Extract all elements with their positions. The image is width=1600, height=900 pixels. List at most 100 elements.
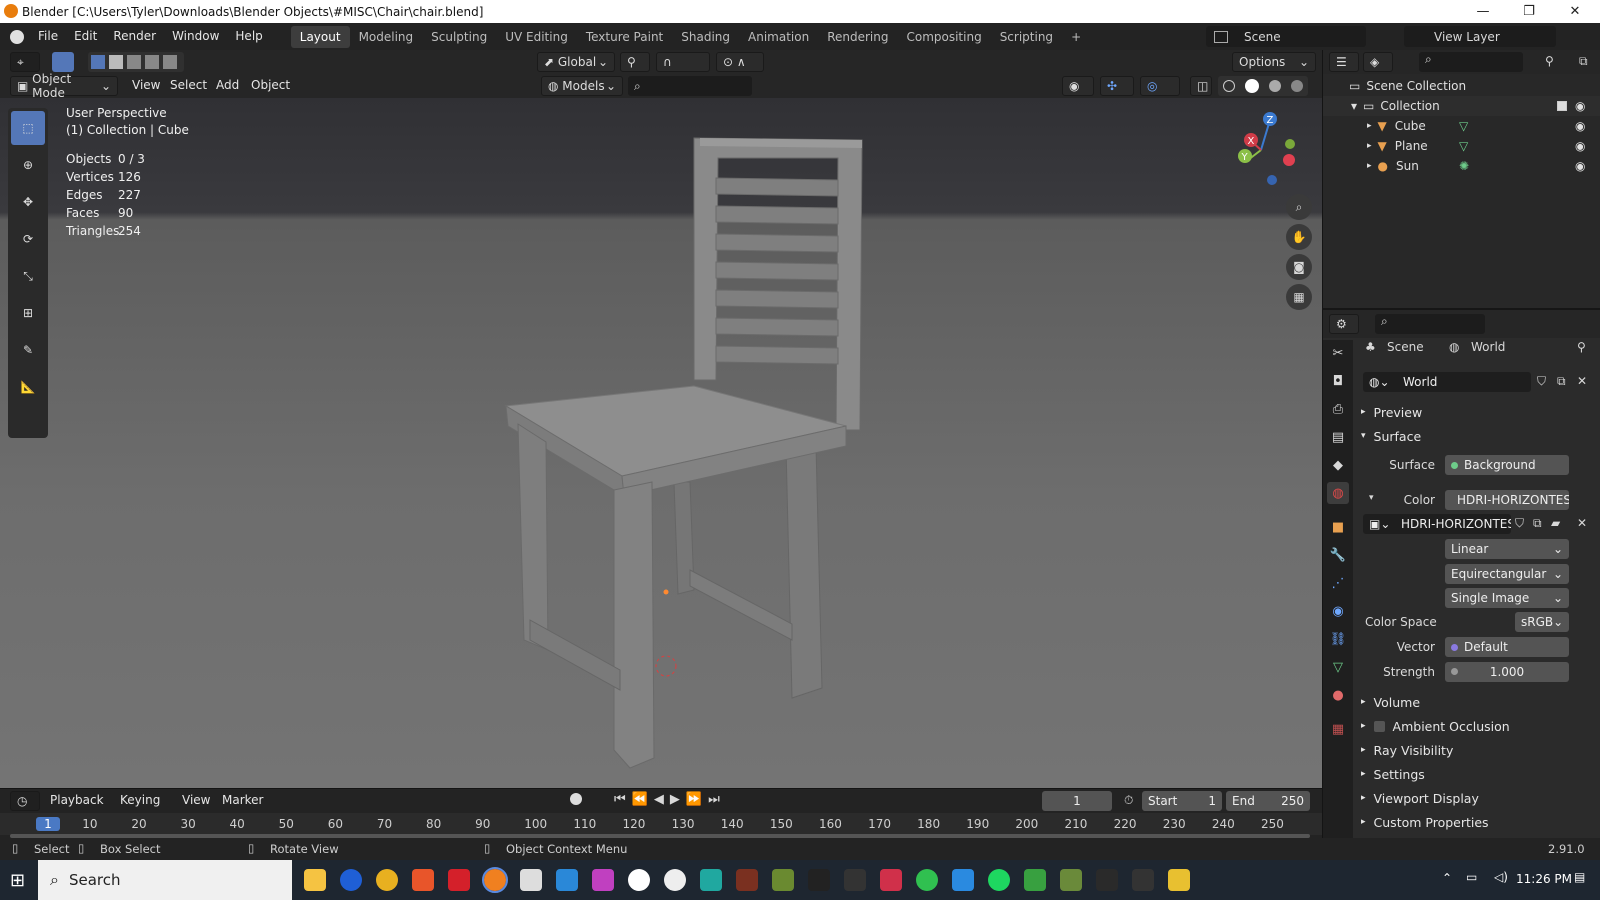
app-icon-photo[interactable] <box>556 869 578 891</box>
view-layer-selector[interactable]: View Layer <box>1404 26 1556 47</box>
navigation-gizmo[interactable]: Z X Y <box>1218 108 1308 198</box>
file-explorer-icon[interactable] <box>304 869 326 891</box>
ortho-grid-icon[interactable]: ▦ <box>1286 284 1312 310</box>
outliner-item-sun[interactable]: ▸ ● Sun ✺ ◉ <box>1323 156 1600 176</box>
timeline-menu-playback[interactable]: Playback <box>42 787 112 814</box>
outliner-item-cube[interactable]: ▸ ▼ Cube ▽ ◉ <box>1323 116 1600 136</box>
fake-user-shield-icon[interactable]: ⛉ <box>1515 516 1524 531</box>
tab-sculpting[interactable]: Sculpting <box>422 26 496 48</box>
minimize-button[interactable]: — <box>1460 0 1506 23</box>
app-icon-blue-square[interactable] <box>952 869 974 891</box>
notification-icon[interactable]: ▤ <box>1574 870 1585 884</box>
app-icon-teal[interactable] <box>700 869 722 891</box>
app-icon-red[interactable] <box>448 869 470 891</box>
vector-field[interactable]: Default <box>1445 637 1569 657</box>
app-icon-cube[interactable] <box>520 869 542 891</box>
color-space-dropdown[interactable]: sRGB ⌄ <box>1515 612 1569 632</box>
blender-taskbar-icon[interactable] <box>482 867 508 893</box>
properties-editor-type-icon[interactable]: ⚙ <box>1329 314 1359 334</box>
add-workspace-button[interactable]: + <box>1062 26 1090 48</box>
timeline-ruler[interactable]: 1 10 20 30 40 50 60 70 80 90 100 110 120 130 140 150 160… <box>0 813 1322 835</box>
tab-texture-paint[interactable]: Texture Paint <box>577 26 672 48</box>
epic-games-icon[interactable] <box>844 869 866 891</box>
image-browse-button[interactable]: ▣⌄ <box>1363 514 1399 534</box>
minecraft-icon[interactable] <box>1060 869 1082 891</box>
material-tab-icon[interactable]: ● <box>1327 684 1349 706</box>
jump-start-icon[interactable]: ⏮ <box>614 792 626 807</box>
ambient-occlusion-checkbox[interactable] <box>1373 720 1385 732</box>
panel-surface[interactable]: ▾ Surface <box>1361 426 1421 446</box>
app-icon-dark[interactable] <box>808 869 830 891</box>
fake-user-shield-icon[interactable]: ⛉ <box>1537 374 1546 389</box>
panel-ray-visibility[interactable]: ▸ Ray Visibility <box>1361 740 1453 760</box>
tab-layout[interactable]: Layout <box>290 25 350 48</box>
current-frame-marker[interactable]: 1 <box>36 817 60 831</box>
timeline-editor-type-icon[interactable]: ◷ <box>10 791 40 811</box>
display-mode-icon[interactable]: ◈ <box>1363 52 1393 72</box>
world-browse-button[interactable]: ◍⌄ <box>1363 372 1401 392</box>
outliner-editor-type-icon[interactable]: ☰ <box>1329 52 1359 72</box>
menu-help[interactable]: Help <box>227 23 270 50</box>
visibility-eye-icon[interactable]: ◉ <box>1575 99 1585 113</box>
visibility-eye-icon[interactable]: ◉ <box>1575 159 1585 173</box>
scene-selector[interactable]: Scene <box>1206 26 1366 47</box>
app-icon-green-dots[interactable] <box>772 869 794 891</box>
tab-scripting[interactable]: Scripting <box>991 26 1062 48</box>
open-folder-icon[interactable]: ▰ <box>1551 516 1560 530</box>
physics-tab-icon[interactable]: ◉ <box>1327 600 1349 622</box>
chrome-icon[interactable] <box>376 869 398 891</box>
zoom-icon[interactable]: ⌕ <box>1286 194 1312 220</box>
particles-tab-icon[interactable]: ⋰ <box>1327 572 1349 594</box>
new-collection-icon[interactable]: ⧉ <box>1579 54 1588 69</box>
3d-viewport[interactable]: ⌖ ⬈ Global ⌄ ⚲ ∩ ⊙ ∧ Options ⌄ ▣ Object Mo… <box>0 50 1322 788</box>
taskbar-clock[interactable]: 11:26 PM <box>1516 872 1572 886</box>
menu-window[interactable]: Window <box>164 23 227 50</box>
chair-model[interactable] <box>0 50 1322 788</box>
data-tab-icon[interactable]: ▽ <box>1327 656 1349 678</box>
collection-checkbox[interactable] <box>1557 101 1567 111</box>
properties-search-input[interactable]: ⌕ <box>1375 314 1485 334</box>
app-icon-circle[interactable] <box>664 869 686 891</box>
unlink-x-icon[interactable]: ✕ <box>1577 516 1587 530</box>
tab-animation[interactable]: Animation <box>739 26 818 48</box>
duplicate-icon[interactable]: ⧉ <box>1557 374 1566 389</box>
end-frame-field[interactable]: End 250 <box>1226 791 1310 811</box>
camera-view-icon[interactable]: ◙ <box>1286 254 1312 280</box>
tool-tab-icon[interactable]: ✂ <box>1327 342 1349 364</box>
app-icon-green-book[interactable] <box>1024 869 1046 891</box>
timeline-menu-marker[interactable]: Marker <box>214 787 271 814</box>
render-tab-icon[interactable]: ◘ <box>1327 370 1349 392</box>
view-layer-tab-icon[interactable]: ▤ <box>1327 426 1349 448</box>
unlink-x-icon[interactable]: ✕ <box>1577 374 1587 388</box>
close-button[interactable]: ✕ <box>1552 0 1598 23</box>
app-icon-arrow[interactable] <box>1132 869 1154 891</box>
panel-ambient-occlusion[interactable]: ▸ Ambient Occlusion <box>1361 716 1510 736</box>
start-frame-field[interactable]: Start 1 <box>1142 791 1222 811</box>
menu-file[interactable]: File <box>30 23 66 50</box>
modifier-tab-icon[interactable]: 🔧 <box>1327 544 1349 566</box>
visibility-eye-icon[interactable]: ◉ <box>1575 119 1585 133</box>
blender-menu-icon[interactable] <box>10 29 24 44</box>
panel-viewport-display[interactable]: ▸ Viewport Display <box>1361 788 1479 808</box>
app-icon-purple[interactable] <box>592 869 614 891</box>
world-tab-icon[interactable]: ◍ <box>1327 482 1349 504</box>
texture-tab-icon[interactable]: ▦ <box>1327 718 1349 740</box>
duplicate-icon[interactable]: ⧉ <box>1533 516 1542 531</box>
tab-rendering[interactable]: Rendering <box>818 26 897 48</box>
play-reverse-icon[interactable]: ◀ <box>654 792 664 807</box>
tab-shading[interactable]: Shading <box>672 26 739 48</box>
pan-hand-icon[interactable]: ✋ <box>1286 224 1312 250</box>
scene-tab-icon[interactable]: ◆ <box>1327 454 1349 476</box>
pin-icon[interactable]: ⚲ <box>1577 340 1586 354</box>
app-icon-blue-circle[interactable] <box>340 869 362 891</box>
outliner-search-input[interactable]: ⌕ <box>1419 52 1523 72</box>
network-icon[interactable]: ▭ <box>1466 870 1477 884</box>
interpolation-dropdown[interactable]: Linear ⌄ <box>1445 539 1569 559</box>
maximize-button[interactable]: ❐ <box>1506 0 1552 23</box>
app-icon-m[interactable] <box>880 869 902 891</box>
surface-shader-field[interactable]: Background <box>1445 455 1569 475</box>
filter-icon[interactable]: ⚲ <box>1545 54 1554 68</box>
timeline-menu-keying[interactable]: Keying <box>112 787 168 814</box>
image-name-field[interactable]: HDRI-HORIZONTES-... <box>1395 514 1511 534</box>
tray-chevron-icon[interactable]: ⌃ <box>1442 871 1452 885</box>
